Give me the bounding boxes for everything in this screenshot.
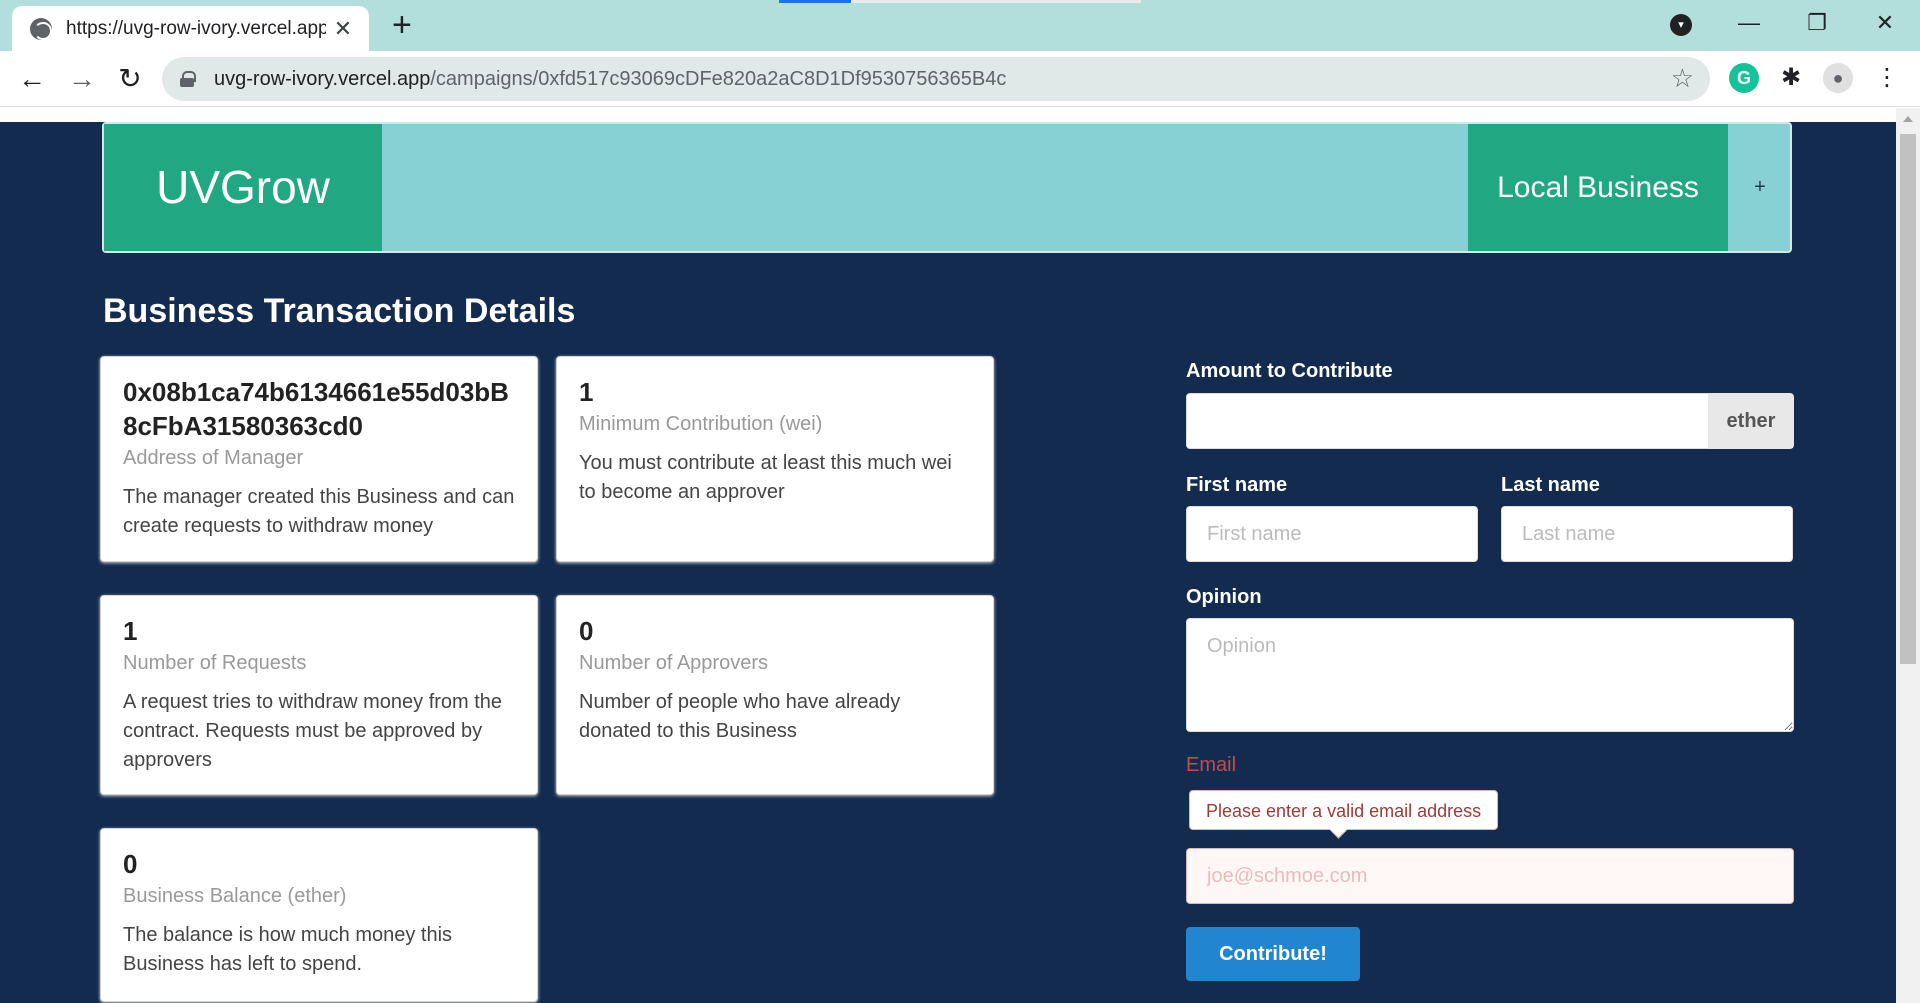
card-meta: Number of Requests <box>123 652 307 674</box>
scrollbar-thumb[interactable] <box>1900 134 1916 664</box>
page-content: UVGrow Local Business + Business Transac… <box>0 122 1896 1003</box>
scroll-up-arrow-icon[interactable] <box>1903 116 1913 122</box>
minimize-button[interactable]: — <box>1724 6 1774 40</box>
card-meta: Business Balance (ether) <box>123 885 347 907</box>
maximize-button[interactable]: ❐ <box>1792 6 1842 40</box>
profile-avatar-icon[interactable]: ● <box>1823 63 1853 93</box>
card-number-of-requests: 1 Number of Requests A request tries to … <box>100 595 538 795</box>
browser-tab[interactable]: https://uvg-row-ivory.vercel.app/ ✕ <box>12 6 369 51</box>
loading-indicator <box>779 0 1141 3</box>
extensions-puzzle-icon[interactable]: ✱ <box>1776 63 1806 93</box>
card-value: 1 <box>123 616 138 646</box>
page-scrollbar[interactable] <box>1896 108 1920 1003</box>
add-business-button[interactable]: + <box>1730 124 1790 251</box>
card-description: The manager created this Business and ca… <box>123 486 515 537</box>
amount-input[interactable] <box>1186 393 1710 449</box>
browser-menu-icon[interactable]: ⋮ <box>1872 63 1902 93</box>
url-path: /campaigns/0xfd517c93069cDFe820a2aC8D1Df… <box>430 67 1007 90</box>
card-minimum-contribution: 1 Minimum Contribution (wei) You must co… <box>556 356 994 562</box>
card-value: 1 <box>579 377 594 407</box>
card-meta: Number of Approvers <box>579 652 768 674</box>
page-title: Business Transaction Details <box>103 292 576 330</box>
card-description: The balance is how much money this Busin… <box>123 924 453 975</box>
first-name-label: First name <box>1186 474 1288 496</box>
email-label: Email <box>1186 754 1237 776</box>
browser-tab-bar: https://uvg-row-ivory.vercel.app/ ✕ + ▾ … <box>0 0 1920 51</box>
contribute-button[interactable]: Contribute! <box>1186 927 1360 981</box>
app-navbar: UVGrow Local Business + <box>102 122 1792 253</box>
address-bar[interactable]: uvg-row-ivory.vercel.app/campaigns/0xfd5… <box>162 57 1710 101</box>
reload-icon[interactable]: ↻ <box>110 59 150 99</box>
local-business-link[interactable]: Local Business <box>1468 124 1728 251</box>
back-arrow-icon[interactable]: ← <box>12 59 52 99</box>
card-value: 0x08b1ca74b6134661e55d03bB8cFbA31580363c… <box>123 377 509 441</box>
email-input[interactable] <box>1186 848 1794 904</box>
last-name-label: Last name <box>1501 474 1600 496</box>
tab-close-icon[interactable]: ✕ <box>331 16 355 42</box>
opinion-textarea[interactable] <box>1186 618 1794 732</box>
new-tab-button[interactable]: + <box>392 8 412 42</box>
first-name-input[interactable] <box>1186 506 1478 562</box>
tab-search-icon[interactable]: ▾ <box>1670 14 1692 36</box>
card-meta: Address of Manager <box>123 447 304 469</box>
grammarly-extension-icon[interactable]: G <box>1729 63 1759 93</box>
email-error-message: Please enter a valid email address <box>1189 790 1499 830</box>
lock-icon <box>180 71 196 87</box>
url-host: uvg-row-ivory.vercel.app <box>214 67 431 90</box>
card-description: You must contribute at least this much w… <box>579 452 952 503</box>
card-meta: Minimum Contribution (wei) <box>579 413 823 435</box>
close-window-button[interactable]: ✕ <box>1860 6 1910 40</box>
amount-label: Amount to Contribute <box>1186 360 1393 382</box>
last-name-input[interactable] <box>1501 506 1793 562</box>
card-business-balance: 0 Business Balance (ether) The balance i… <box>100 828 538 1002</box>
globe-icon <box>30 17 52 40</box>
brand-link[interactable]: UVGrow <box>104 124 382 251</box>
amount-unit-label: ether <box>1708 393 1794 449</box>
card-number-of-approvers: 0 Number of Approvers Number of people w… <box>556 595 994 795</box>
opinion-label: Opinion <box>1186 586 1262 608</box>
card-description: Number of people who have already donate… <box>579 691 901 742</box>
card-description: A request tries to withdraw money from t… <box>123 691 503 771</box>
tab-title: https://uvg-row-ivory.vercel.app/ <box>66 17 326 39</box>
card-manager-address: 0x08b1ca74b6134661e55d03bB8cFbA31580363c… <box>100 356 538 562</box>
forward-arrow-icon[interactable]: → <box>62 59 102 99</box>
browser-toolbar: ← → ↻ uvg-row-ivory.vercel.app/campaigns… <box>0 51 1920 107</box>
card-value: 0 <box>123 849 138 879</box>
card-value: 0 <box>579 616 594 646</box>
bookmark-star-icon[interactable]: ☆ <box>1671 63 1694 94</box>
